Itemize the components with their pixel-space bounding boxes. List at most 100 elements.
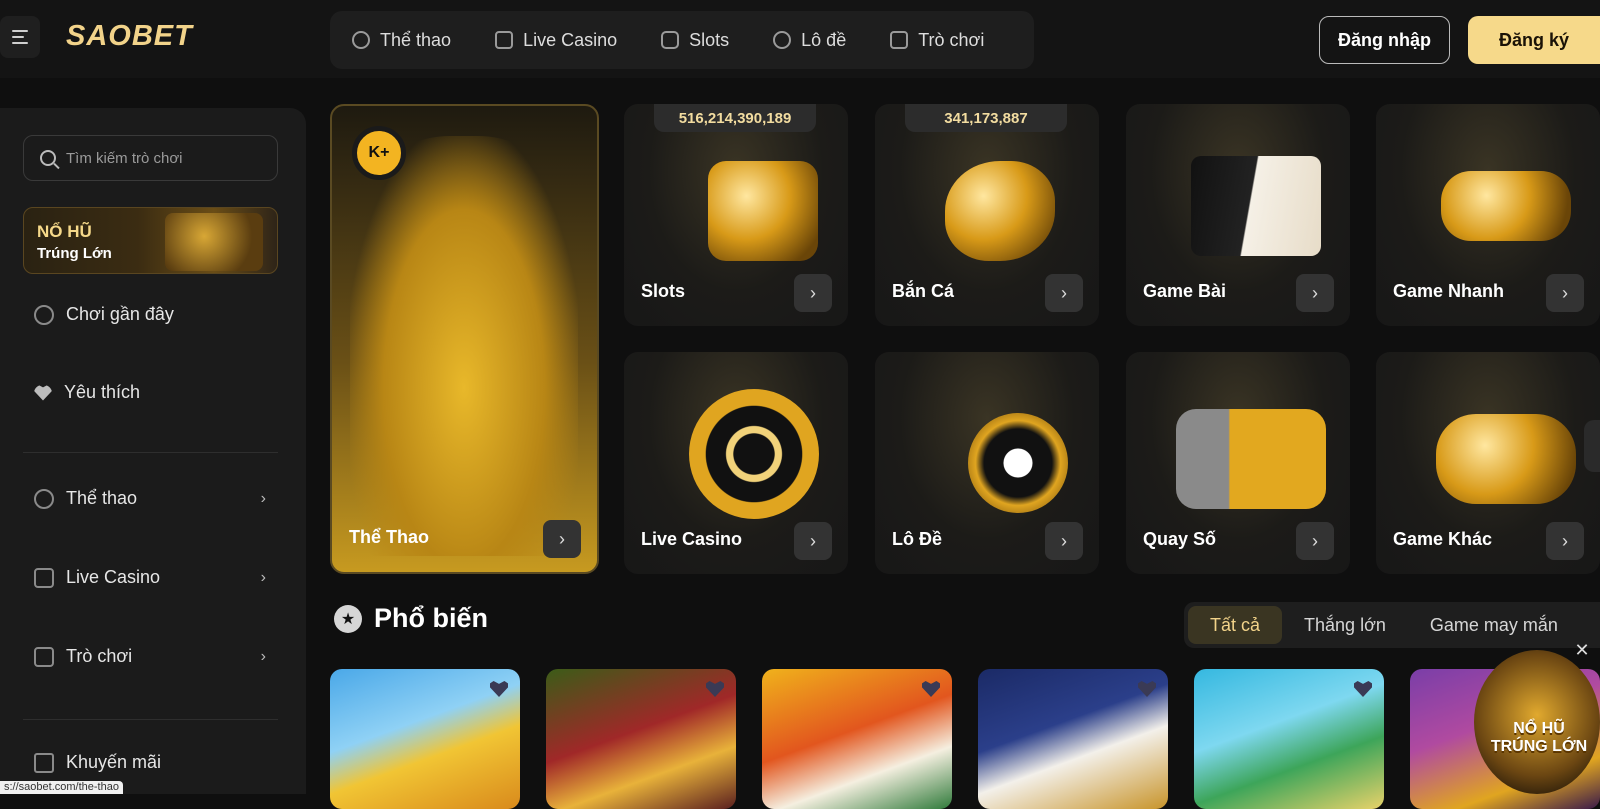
card-label: Slots <box>641 281 686 301</box>
close-icon[interactable]: ✕ <box>1572 640 1592 660</box>
section-title: Phổ biến <box>374 603 488 633</box>
category-card-slots[interactable]: 516,214,390,189 Slots › <box>624 104 848 326</box>
game-thumbnail[interactable] <box>330 669 520 809</box>
game-thumbnail[interactable] <box>762 669 952 809</box>
eight-ball-icon <box>968 413 1069 513</box>
chevron-right-icon[interactable]: › <box>1296 274 1334 312</box>
dice-icon <box>890 31 909 49</box>
top-nav: Thể thao Live Casino Slots Lô đề Trò chơ… <box>330 11 1034 69</box>
jackpot-promo-banner[interactable]: NỔ HŨ Trúng Lớn <box>23 207 278 274</box>
game-thumbnail[interactable] <box>1194 669 1384 809</box>
gamepad-icon <box>1435 413 1576 504</box>
sidebar-item-promotions[interactable]: Khuyến mãi <box>34 752 274 773</box>
category-card-game-nhanh[interactable]: Game Nhanh › <box>1376 104 1600 326</box>
jackpot-counter: 341,173,887 <box>905 104 1067 132</box>
chevron-right-icon[interactable]: › <box>794 522 832 560</box>
soccer-ball-icon <box>34 488 54 509</box>
slot-icon <box>661 31 680 49</box>
casino-chip-icon <box>34 567 54 588</box>
game-thumbnail[interactable] <box>546 669 736 809</box>
nav-item-lo-de[interactable]: Lô đề <box>773 30 846 51</box>
star-icon: ★ <box>334 604 362 633</box>
search-input[interactable] <box>66 149 256 167</box>
promo-subtitle: Trúng Lớn <box>37 245 112 262</box>
tab-big-win[interactable]: Thắng lớn <box>1282 606 1408 644</box>
chevron-right-icon[interactable]: › <box>794 274 832 312</box>
sidebar-divider <box>23 719 278 720</box>
card-label: Thể Thao <box>349 527 429 547</box>
history-icon <box>34 304 54 325</box>
heart-icon[interactable] <box>922 681 940 697</box>
register-button[interactable]: Đăng ký <box>1468 16 1600 64</box>
sidebar-divider <box>23 452 278 453</box>
lottery-balls-icon <box>773 31 792 49</box>
gift-icon <box>34 752 54 773</box>
nav-item-slots[interactable]: Slots <box>661 30 729 51</box>
card-label: Live Casino <box>641 529 743 549</box>
card-label: Game Bài <box>1143 281 1227 301</box>
card-label: Game Khác <box>1393 529 1493 549</box>
logo[interactable]: SAOBET <box>66 20 193 53</box>
featured-sports-card[interactable]: K+ Thể Thao › <box>330 104 599 574</box>
jackpot-counter: 516,214,390,189 <box>654 104 816 132</box>
casino-chip-icon <box>495 31 514 49</box>
category-card-ban-ca[interactable]: 341,173,887 Bắn Cá › <box>875 104 1099 326</box>
popular-filter-tabs: Tất cả Thắng lớn Game may mắn <box>1184 602 1600 648</box>
promo-title: NỔ HŨ <box>37 222 92 241</box>
game-thumbnail[interactable] <box>978 669 1168 809</box>
sidebar-item-favorites[interactable]: Yêu thích <box>34 382 274 403</box>
category-card-game-khac[interactable]: Game Khác › <box>1376 352 1600 574</box>
chevron-right-icon[interactable]: › <box>1045 274 1083 312</box>
search-icon <box>40 150 56 166</box>
login-button[interactable]: Đăng nhập <box>1319 16 1450 64</box>
sidebar-item-the-thao[interactable]: Thể thao › <box>34 488 274 509</box>
tab-all[interactable]: Tất cả <box>1188 606 1283 644</box>
heart-icon <box>34 384 52 401</box>
menu-icon[interactable] <box>0 16 40 58</box>
heart-icon[interactable] <box>490 681 508 697</box>
tab-lucky-game[interactable]: Game may mắn <box>1408 606 1580 644</box>
sidebar-item-live-casino[interactable]: Live Casino › <box>34 567 274 588</box>
sidebar: NỔ HŨ Trúng Lớn Chơi gần đây Yêu thích T… <box>0 108 306 794</box>
heart-icon[interactable] <box>1138 681 1156 697</box>
side-handle[interactable] <box>1584 420 1600 472</box>
search-box[interactable] <box>23 135 278 181</box>
chevron-right-icon: › <box>260 568 266 586</box>
player-image <box>350 136 578 556</box>
promo-illustration <box>165 213 263 271</box>
nav-item-the-thao[interactable]: Thể thao <box>352 30 451 51</box>
soccer-ball-icon <box>352 31 370 49</box>
floating-promo-text: NỔ HŨ TRÚNG LỚN <box>1490 720 1588 755</box>
nav-item-live-casino[interactable]: Live Casino <box>495 30 617 51</box>
sidebar-item-recent[interactable]: Chơi gần đây <box>34 304 274 325</box>
floating-jackpot-promo[interactable]: NỔ HŨ TRÚNG LỚN <box>1474 650 1600 794</box>
roulette-wheel-icon <box>688 389 819 520</box>
nav-item-tro-choi[interactable]: Trò chơi <box>890 30 984 51</box>
chevron-right-icon[interactable]: › <box>1296 522 1334 560</box>
category-card-live-casino[interactable]: Live Casino › <box>624 352 848 574</box>
chevron-right-icon: › <box>260 647 266 665</box>
card-label: Lô Đề <box>892 529 943 549</box>
category-card-game-bai[interactable]: Game Bài › <box>1126 104 1350 326</box>
category-card-lo-de[interactable]: Lô Đề › <box>875 352 1099 574</box>
playing-cards-icon <box>1190 156 1321 257</box>
card-label: Bắn Cá <box>892 281 955 301</box>
chevron-right-icon[interactable]: › <box>1546 522 1584 560</box>
fish-icon <box>945 160 1056 261</box>
airplane-icon <box>1440 171 1571 242</box>
popular-header: ★ Phổ biến <box>334 603 488 634</box>
kplus-logo: K+ <box>352 126 406 180</box>
status-url: s://saobet.com/the-thao <box>0 781 123 794</box>
dice-icon <box>1176 408 1327 509</box>
chevron-right-icon[interactable]: › <box>1546 274 1584 312</box>
chevron-right-icon[interactable]: › <box>543 520 581 558</box>
chevron-right-icon: › <box>260 489 266 507</box>
sidebar-item-tro-choi[interactable]: Trò chơi › <box>34 646 274 667</box>
heart-icon[interactable] <box>706 681 724 697</box>
top-bar: SAOBET Thể thao Live Casino Slots Lô đề … <box>0 0 1600 78</box>
category-card-quay-so[interactable]: Quay Số › <box>1126 352 1350 574</box>
chevron-right-icon[interactable]: › <box>1045 522 1083 560</box>
treasure-chest-icon <box>707 160 818 261</box>
heart-icon[interactable] <box>1354 681 1372 697</box>
card-label: Quay Số <box>1143 529 1217 549</box>
